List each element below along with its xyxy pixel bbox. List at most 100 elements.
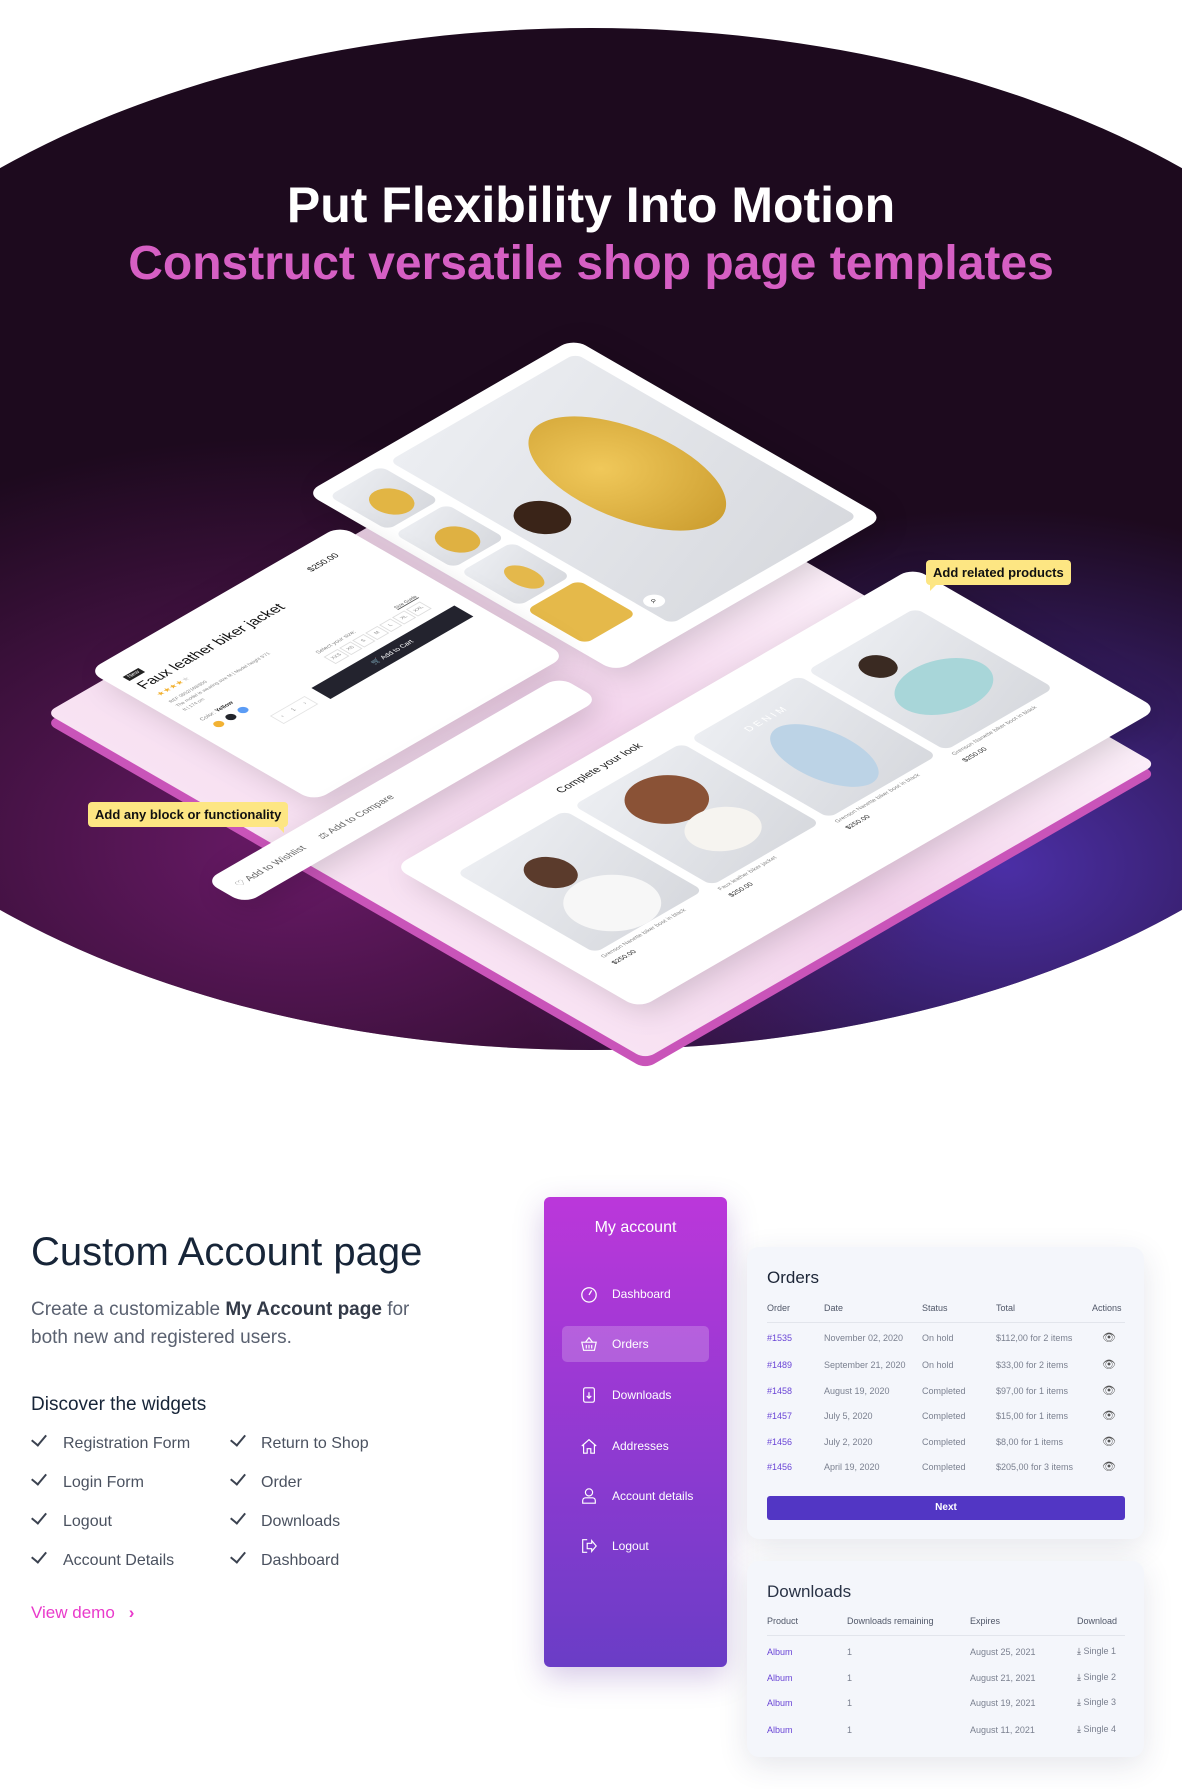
download-link[interactable]: ⤓ Single 2	[1077, 1672, 1116, 1683]
hero-subtitle: Construct versatile shop page templates	[128, 237, 1054, 290]
check-icon	[31, 1547, 47, 1564]
gauge-icon	[581, 1287, 597, 1303]
order-cell: Completed	[922, 1437, 966, 1447]
sidebar-item-downloads[interactable]: Downloads	[562, 1377, 709, 1413]
order-link[interactable]: #1457	[767, 1411, 792, 1421]
product-price: $250.00	[304, 551, 342, 573]
quantity-stepper[interactable]: ‹ 1 ›	[269, 696, 319, 724]
widget-item: Logout	[63, 1513, 112, 1530]
sidebar-item-logout[interactable]: Logout	[562, 1528, 709, 1564]
orders-header: Actions	[1092, 1303, 1122, 1313]
check-icon	[230, 1469, 246, 1486]
check-icon	[230, 1430, 246, 1447]
widget-item: Registration Form	[63, 1435, 191, 1452]
widget-item: Account Details	[63, 1552, 175, 1569]
download-link[interactable]: ⤓ Single 1	[1077, 1646, 1116, 1657]
swatch-yellow[interactable]	[210, 719, 227, 729]
logout-icon	[582, 1538, 597, 1554]
order-link[interactable]: #1535	[767, 1333, 792, 1343]
product-link[interactable]: Album	[767, 1725, 793, 1735]
sidebar-item-addresses[interactable]: Addresses	[562, 1428, 709, 1464]
order-cell: September 21, 2020	[824, 1360, 906, 1370]
download-link[interactable]: ⤓ Single 4	[1077, 1724, 1116, 1735]
sidebar-item-label: Dashboard	[612, 1287, 671, 1301]
home-icon	[581, 1438, 597, 1454]
orders-title: Orders	[767, 1268, 819, 1287]
file-download-icon	[583, 1387, 595, 1403]
order-link[interactable]: #1458	[767, 1386, 792, 1396]
sidebar-item-label: Downloads	[612, 1388, 672, 1402]
swatch-black[interactable]	[223, 712, 239, 722]
eye-icon[interactable]: 👁	[1102, 1435, 1116, 1448]
check-icon	[31, 1469, 47, 1486]
downloads-header: Download	[1077, 1616, 1118, 1626]
download-cell: 1	[847, 1673, 853, 1683]
hero-title: Put Flexibility Into Motion	[286, 177, 896, 233]
downloads-header: Expires	[970, 1616, 1001, 1626]
download-cell: August 25, 2021	[970, 1647, 1036, 1657]
order-cell: Completed	[922, 1462, 966, 1472]
order-link[interactable]: #1489	[767, 1360, 792, 1370]
basket-icon	[581, 1336, 597, 1351]
view-demo-link[interactable]: View demo ›	[31, 1603, 134, 1623]
order-cell: $97,00 for 1 items	[996, 1386, 1069, 1396]
download-cell: 1	[847, 1698, 853, 1708]
orders-header: Status	[922, 1303, 948, 1313]
order-cell: On hold	[922, 1333, 954, 1343]
eye-icon[interactable]: 👁	[1102, 1409, 1116, 1422]
divider	[767, 1635, 1125, 1636]
chevron-right-icon: ›	[128, 1603, 135, 1622]
widget-item: Return to Shop	[261, 1435, 369, 1452]
download-icon: ⤓	[1077, 1724, 1081, 1734]
order-link[interactable]: #1456	[767, 1462, 792, 1472]
order-link[interactable]: #1456	[767, 1437, 792, 1447]
order-cell: July 2, 2020	[824, 1437, 873, 1447]
download-icon: ⤓	[1077, 1697, 1081, 1707]
eye-icon[interactable]: 👁	[1102, 1358, 1116, 1371]
callout-add-block: Add any block or functionality	[88, 802, 289, 833]
eye-icon[interactable]: 👁	[1102, 1331, 1116, 1344]
widget-item: Login Form	[63, 1474, 144, 1491]
divider	[767, 1322, 1125, 1323]
user-icon	[582, 1488, 596, 1504]
sidebar-item-dashboard[interactable]: Dashboard	[562, 1276, 709, 1312]
sidebar-title: My account	[594, 1219, 677, 1236]
swatch-blue[interactable]	[235, 705, 251, 715]
sidebar-item-account-details[interactable]: Account details	[562, 1478, 709, 1514]
order-cell: On hold	[922, 1360, 954, 1370]
download-link[interactable]: ⤓ Single 3	[1077, 1697, 1116, 1708]
order-cell: $112,00 for 2 items	[996, 1333, 1073, 1343]
product-link[interactable]: Album	[767, 1673, 793, 1683]
check-icon	[31, 1430, 47, 1447]
download-cell: August 11, 2021	[970, 1725, 1035, 1735]
account-title: Custom Account page	[31, 1230, 423, 1274]
sidebar-item-label: Addresses	[612, 1439, 669, 1453]
orders-header: Date	[824, 1303, 844, 1313]
order-cell: $8,00 for 1 items	[996, 1437, 1064, 1447]
order-cell: Completed	[922, 1386, 966, 1396]
check-icon	[31, 1508, 47, 1525]
product-link[interactable]: Album	[767, 1698, 793, 1708]
download-icon: ⤓	[1077, 1646, 1081, 1656]
downloads-header: Downloads remaining	[847, 1616, 934, 1626]
widget-item: Order	[261, 1474, 302, 1491]
order-cell: $15,00 for 1 items	[996, 1411, 1069, 1421]
next-button[interactable]: Next	[767, 1496, 1125, 1520]
download-cell: August 21, 2021	[970, 1673, 1036, 1683]
download-cell: 1	[847, 1725, 853, 1735]
order-cell: August 19, 2020	[824, 1386, 890, 1396]
eye-icon[interactable]: 👁	[1102, 1460, 1116, 1473]
order-cell: November 02, 2020	[824, 1333, 904, 1343]
account-description: Create a customizable My Account page fo…	[31, 1299, 410, 1348]
downloads-title: Downloads	[767, 1582, 852, 1601]
eye-icon[interactable]: 👁	[1102, 1384, 1116, 1397]
order-cell: April 19, 2020	[824, 1462, 880, 1472]
download-icon: ⤓	[1077, 1672, 1081, 1682]
product-link[interactable]: Album	[767, 1647, 793, 1657]
widgets-title: Discover the widgets	[31, 1394, 207, 1415]
callout-related-products: Add related products	[926, 560, 1071, 591]
sidebar-item-label: Account details	[612, 1489, 694, 1503]
order-cell: July 5, 2020	[824, 1411, 873, 1421]
sidebar-item-orders[interactable]: Orders	[562, 1326, 709, 1362]
sidebar-item-label: Logout	[612, 1539, 649, 1553]
